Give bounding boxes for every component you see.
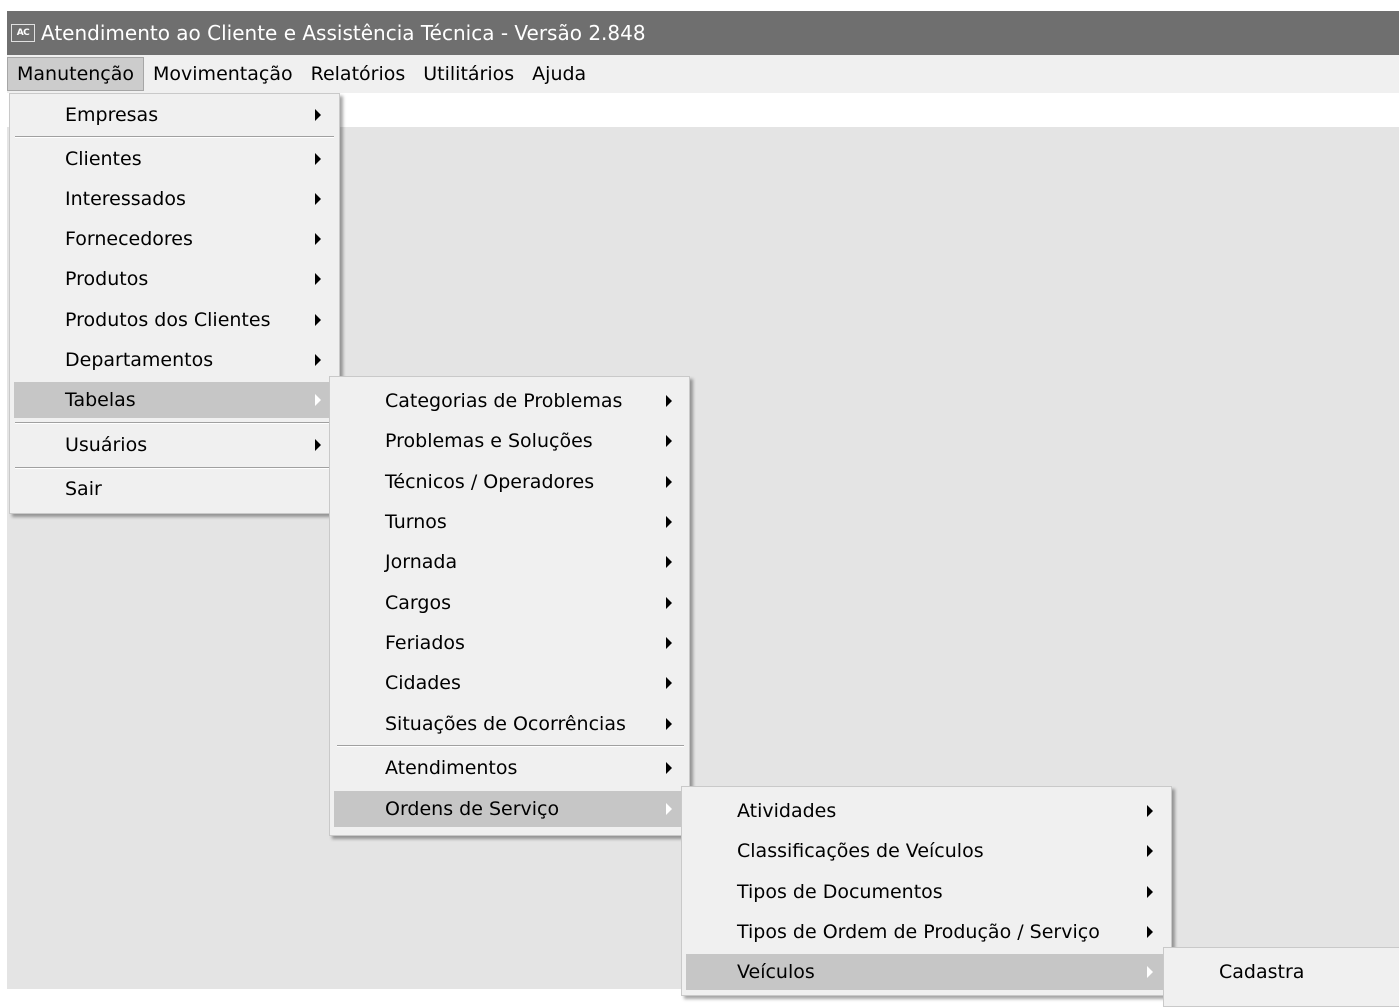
menubar-item-utilitarios[interactable]: Utilitários	[414, 57, 523, 91]
submenu-arrow-icon	[666, 762, 672, 774]
submenu-arrow-icon	[1147, 886, 1153, 898]
menu-item-situacoes-de-ocorrencias[interactable]: Situações de Ocorrências	[334, 706, 687, 742]
submenu-arrow-icon	[666, 516, 672, 528]
menu-item-turnos[interactable]: Turnos	[334, 504, 687, 540]
submenu-arrow-icon	[666, 803, 672, 815]
submenu-arrow-icon	[315, 233, 321, 245]
submenu-arrow-icon	[666, 435, 672, 447]
menu-item-tabelas[interactable]: Tabelas	[14, 382, 337, 418]
menu-item-label: Atividades	[737, 800, 837, 822]
menu-item-label: Tabelas	[65, 389, 136, 411]
menu-item-label: Tipos de Documentos	[737, 881, 943, 903]
menu-item-cargos[interactable]: Cargos	[334, 585, 687, 621]
submenu-arrow-icon	[315, 273, 321, 285]
menu-item-categorias-de-problemas[interactable]: Categorias de Problemas	[334, 383, 687, 419]
menu-item-label: Problemas e Soluções	[385, 430, 593, 452]
menu-item-label: Técnicos / Operadores	[385, 471, 595, 493]
menu-item-atividades[interactable]: Atividades	[686, 793, 1169, 829]
window-title: Atendimento ao Cliente e Assistência Téc…	[41, 21, 646, 45]
menu-bar: Manutenção Movimentação Relatórios Utili…	[7, 55, 1399, 93]
menu-item-tipos-de-ordem[interactable]: Tipos de Ordem de Produção / Serviço	[686, 914, 1169, 950]
menu-item-label: Fornecedores	[65, 228, 193, 250]
menu-item-label: Cadastra	[1219, 961, 1305, 983]
menu-item-sair[interactable]: Sair	[14, 471, 337, 507]
submenu-arrow-icon	[1147, 926, 1153, 938]
submenu-arrow-icon	[315, 394, 321, 406]
submenu-arrow-icon	[1147, 845, 1153, 857]
menu-item-cidades[interactable]: Cidades	[334, 665, 687, 701]
menu-item-tipos-de-documentos[interactable]: Tipos de Documentos	[686, 874, 1169, 910]
submenu-arrow-icon	[315, 314, 321, 326]
menu-item-label: Veículos	[737, 961, 815, 983]
submenu-arrow-icon	[315, 193, 321, 205]
submenu-arrow-icon	[666, 395, 672, 407]
menu-item-label: Produtos	[65, 268, 149, 290]
menu-item-departamentos[interactable]: Departamentos	[14, 342, 337, 378]
menu-separator	[15, 422, 334, 424]
menu-item-label: Produtos dos Clientes	[65, 309, 271, 331]
menu-item-label: Turnos	[385, 511, 447, 533]
menu-ordens-de-servico: Atividades Classificações de Veículos Ti…	[681, 786, 1172, 996]
menu-separator	[337, 745, 684, 747]
menu-item-tecnicos-operadores[interactable]: Técnicos / Operadores	[334, 464, 687, 500]
app-icon: AC	[11, 24, 35, 42]
submenu-arrow-icon	[315, 354, 321, 366]
menu-item-cadastra[interactable]: Cadastra	[1168, 954, 1399, 990]
submenu-arrow-icon	[666, 597, 672, 609]
submenu-arrow-icon	[666, 718, 672, 730]
menu-item-label: Categorias de Problemas	[385, 390, 623, 412]
menu-item-interessados[interactable]: Interessados	[14, 181, 337, 217]
menu-item-label: Sair	[65, 478, 102, 500]
menu-item-usuarios[interactable]: Usuários	[14, 427, 337, 463]
submenu-arrow-icon	[1147, 805, 1153, 817]
menu-item-label: Tipos de Ordem de Produção / Serviço	[737, 921, 1100, 943]
menu-item-label: Clientes	[65, 148, 142, 170]
menu-item-label: Jornada	[385, 551, 458, 573]
title-bar: AC Atendimento ao Cliente e Assistência …	[7, 11, 1399, 55]
menu-item-fornecedores[interactable]: Fornecedores	[14, 221, 337, 257]
menu-item-produtos[interactable]: Produtos	[14, 261, 337, 297]
menu-item-feriados[interactable]: Feriados	[334, 625, 687, 661]
menu-item-produtos-dos-clientes[interactable]: Produtos dos Clientes	[14, 302, 337, 338]
menu-item-veiculos[interactable]: Veículos	[686, 954, 1169, 990]
menu-manutencao: Empresas Clientes Interessados Fornecedo…	[9, 93, 340, 514]
menu-item-problemas-e-solucoes[interactable]: Problemas e Soluções	[334, 423, 687, 459]
menu-item-label: Departamentos	[65, 349, 214, 371]
menu-item-ordens-de-servico[interactable]: Ordens de Serviço	[334, 791, 687, 827]
submenu-arrow-icon	[315, 153, 321, 165]
menu-item-label: Cargos	[385, 592, 451, 614]
menu-item-label: Atendimentos	[385, 757, 518, 779]
submenu-arrow-icon	[315, 439, 321, 451]
menu-item-classificacoes-de-veiculos[interactable]: Classificações de Veículos	[686, 833, 1169, 869]
menu-item-label: Classificações de Veículos	[737, 840, 984, 862]
menu-item-empresas[interactable]: Empresas	[14, 97, 337, 133]
menubar-item-relatorios[interactable]: Relatórios	[302, 57, 415, 91]
submenu-arrow-icon	[666, 476, 672, 488]
menu-separator	[15, 467, 334, 469]
menu-item-label: Situações de Ocorrências	[385, 713, 626, 735]
menu-item-label: Feriados	[385, 632, 465, 654]
menu-separator	[15, 136, 334, 138]
submenu-arrow-icon	[666, 556, 672, 568]
menu-item-label: Cidades	[385, 672, 461, 694]
menu-tabelas: Categorias de Problemas Problemas e Solu…	[329, 376, 690, 836]
menu-item-label: Ordens de Serviço	[385, 798, 560, 820]
menu-veiculos: Cadastra	[1163, 947, 1399, 1007]
menu-item-clientes[interactable]: Clientes	[14, 141, 337, 177]
menu-item-jornada[interactable]: Jornada	[334, 544, 687, 580]
menubar-item-movimentacao[interactable]: Movimentação	[144, 57, 302, 91]
menu-item-label: Empresas	[65, 104, 159, 126]
submenu-arrow-icon	[315, 109, 321, 121]
submenu-arrow-icon	[666, 637, 672, 649]
menubar-item-ajuda[interactable]: Ajuda	[523, 57, 595, 91]
menu-item-label: Interessados	[65, 188, 186, 210]
submenu-arrow-icon	[1147, 966, 1153, 978]
menu-item-atendimentos[interactable]: Atendimentos	[334, 750, 687, 786]
menubar-item-manutencao[interactable]: Manutenção	[7, 57, 145, 91]
menu-item-label: Usuários	[65, 434, 148, 456]
submenu-arrow-icon	[666, 677, 672, 689]
